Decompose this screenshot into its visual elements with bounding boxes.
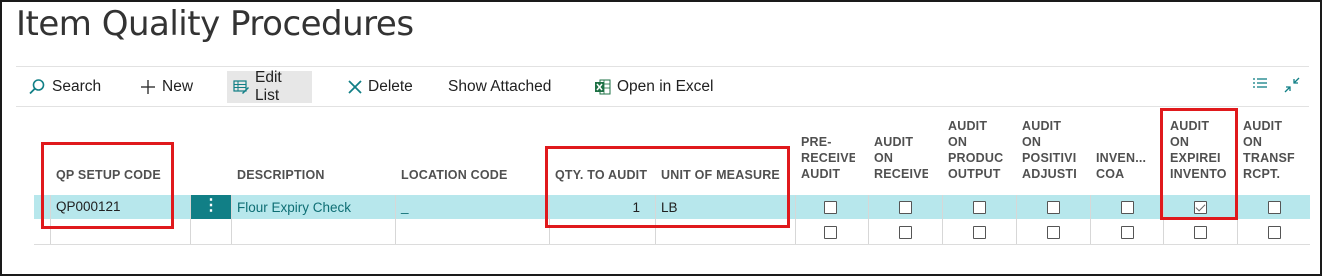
excel-icon: [595, 79, 611, 95]
grid-line: [795, 195, 796, 244]
checkbox-audit-on-receive[interactable]: [899, 201, 912, 214]
delete-button[interactable]: Delete: [342, 71, 419, 103]
grid-line: [1090, 195, 1091, 244]
col-header-audit-on-product-output[interactable]: AUDIT ON PRODUC OUTPUT: [948, 118, 1004, 182]
grid-line: [231, 195, 232, 244]
new-button[interactable]: New: [134, 71, 199, 103]
col-header-audit-on-receive[interactable]: AUDIT ON RECEIVE: [874, 134, 928, 182]
cell-description[interactable]: Flour Expiry Check: [237, 196, 351, 220]
show-attached-button[interactable]: Show Attached: [442, 71, 557, 103]
checkbox-audit-on-expired-inventory[interactable]: [1194, 226, 1207, 239]
list-view-button[interactable]: [1253, 77, 1267, 96]
col-header-location-code[interactable]: LOCATION CODE: [401, 167, 508, 183]
open-in-excel-button[interactable]: Open in Excel: [589, 71, 720, 103]
checkbox-inventory-coa[interactable]: [1121, 226, 1134, 239]
more-vertical-icon: ⋮: [203, 197, 219, 214]
collapse-icon: [1284, 77, 1300, 98]
checkbox-audit-on-receive[interactable]: [899, 226, 912, 239]
col-header-audit-on-transfer-rcpt[interactable]: AUDIT ON TRANSF RCPT.: [1243, 118, 1299, 182]
grid-line: [868, 195, 869, 244]
search-label: Search: [52, 78, 102, 95]
search-button[interactable]: Search: [22, 71, 107, 103]
action-bar: Search New Edit List Delete Show Attache…: [16, 66, 1309, 107]
grid-line: [942, 195, 943, 244]
edit-list-icon: [233, 79, 249, 95]
plus-icon: [140, 79, 156, 95]
edit-list-label: Edit List: [255, 69, 282, 104]
col-header-audit-on-positive-adjust[interactable]: AUDIT ON POSITIVI ADJUSTI: [1022, 118, 1078, 182]
col-header-inventory-coa[interactable]: INVEN... COA: [1096, 150, 1152, 182]
highlight-box-qp-setup-code: [41, 142, 174, 229]
delete-x-icon: [348, 80, 362, 94]
show-attached-label: Show Attached: [448, 78, 552, 95]
checkbox-audit-on-transfer-rcpt[interactable]: [1268, 201, 1281, 214]
checkbox-pre-receive-audit[interactable]: [824, 201, 837, 214]
cell-location-code[interactable]: _: [401, 195, 409, 219]
delete-label: Delete: [368, 78, 413, 95]
new-label: New: [162, 78, 194, 95]
checkbox-inventory-coa[interactable]: [1121, 201, 1134, 214]
open-in-excel-label: Open in Excel: [617, 78, 714, 95]
row-divider: [34, 244, 1310, 245]
checkbox-audit-on-positive-adjust[interactable]: [1047, 201, 1060, 214]
checkbox-pre-receive-audit[interactable]: [824, 226, 837, 239]
collapse-button[interactable]: [1284, 77, 1300, 98]
highlight-box-qty-and-uom: [545, 146, 790, 228]
row-actions-menu-button[interactable]: ⋮: [191, 195, 231, 219]
checkbox-audit-on-positive-adjust[interactable]: [1047, 226, 1060, 239]
edit-list-button[interactable]: Edit List: [227, 69, 312, 104]
grid-line: [395, 195, 396, 244]
page-title: Item Quality Procedures: [16, 4, 414, 44]
checkbox-audit-on-product-output[interactable]: [973, 226, 986, 239]
checkbox-audit-on-transfer-rcpt[interactable]: [1268, 226, 1281, 239]
col-header-pre-receive-audit[interactable]: PRE- RECEIVE AUDIT: [801, 134, 855, 182]
highlight-box-expired-inventory: [1160, 108, 1238, 220]
search-icon: [28, 78, 46, 96]
grid-line: [1016, 195, 1017, 244]
checkbox-audit-on-product-output[interactable]: [973, 201, 986, 214]
list-view-icon: [1253, 77, 1267, 96]
col-header-description[interactable]: DESCRIPTION: [237, 167, 325, 183]
